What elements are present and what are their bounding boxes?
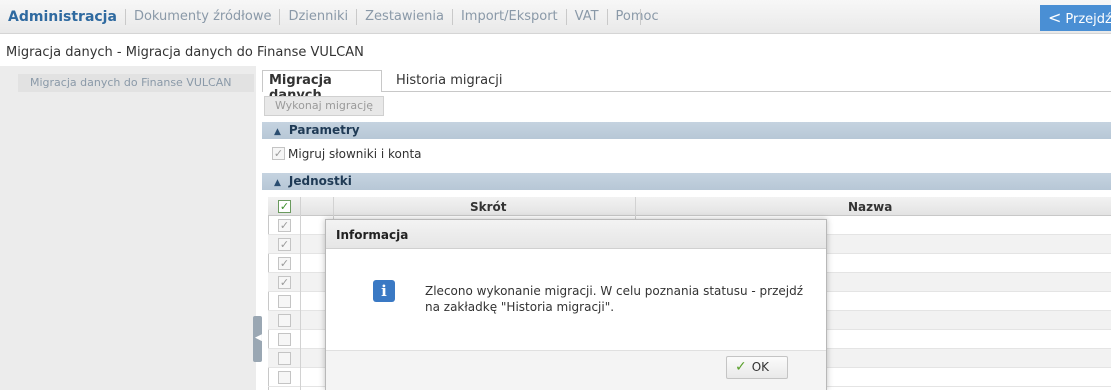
row-checkbox[interactable] (278, 371, 291, 384)
row-checkbox[interactable]: ✓ (278, 219, 291, 232)
menu-divider (640, 9, 641, 25)
menu-item-import-eksport[interactable]: Import/Eksport (453, 9, 567, 25)
ok-label: OK (751, 360, 770, 374)
select-all-checkbox[interactable]: ✓ (278, 200, 291, 213)
row-checkbox[interactable] (278, 314, 291, 327)
dialog-message-line2: na zakładkę "Historia migracji". (425, 300, 615, 314)
tab-migracja-danych[interactable]: Migracja danych (262, 70, 382, 103)
units-section-header[interactable]: ▲ Jednostki (262, 173, 1111, 190)
page-title: Migracja danych - Migracja danych do Fin… (6, 45, 364, 60)
units-title: Jednostki (288, 174, 352, 188)
collapse-arrow-icon: ◀ (255, 333, 262, 343)
menu-item-administracja[interactable]: Administracja (0, 9, 126, 25)
row-checkbox[interactable]: ✓ (278, 276, 291, 289)
tab-strip-line (262, 91, 1111, 92)
menu-item-vat[interactable]: VAT (567, 9, 608, 25)
tab-historia-migracji[interactable]: Historia migracji (396, 73, 502, 88)
check-icon: ✓ (735, 359, 747, 375)
row-checkbox[interactable] (278, 352, 291, 365)
collapse-triangle-icon: ▲ (274, 127, 281, 137)
execute-migration-button[interactable]: Wykonaj migrację (264, 96, 384, 116)
collapse-triangle-icon: ▲ (274, 178, 281, 188)
dialog-message: Zlecono wykonanie migracji. W celu pozna… (425, 283, 815, 315)
migrate-dictionaries-checkbox[interactable]: ✓ (272, 147, 285, 160)
go-to-label: Przejdź (1065, 12, 1111, 27)
chevron-left-icon: < (1048, 8, 1062, 27)
info-icon: i (373, 280, 395, 302)
ok-button[interactable]: ✓ OK (726, 356, 788, 379)
row-checkbox[interactable] (278, 295, 291, 308)
column-header-skrot[interactable]: Skrót (470, 200, 507, 214)
dialog-message-line1: Zlecono wykonanie migracji. W celu pozna… (425, 284, 803, 298)
left-panel (0, 66, 256, 390)
row-checkbox[interactable] (278, 333, 291, 346)
go-to-button[interactable]: < Przejdź (1040, 5, 1111, 31)
column-divider (300, 197, 301, 390)
main-menu: Administracja Dokumenty źródłowe Dzienni… (0, 0, 667, 34)
migrate-dictionaries-label: Migruj słowniki i konta (288, 147, 422, 161)
menu-item-zestawienia[interactable]: Zestawienia (357, 9, 453, 25)
menu-item-pomoc[interactable]: Pomoc (608, 9, 667, 25)
menu-item-dzienniki[interactable]: Dzienniki (280, 9, 358, 25)
sidebar-item-migracja[interactable]: Migracja danych do Finanse VULCAN (18, 74, 254, 92)
row-checkbox[interactable]: ✓ (278, 257, 291, 270)
grid-header (268, 197, 1111, 216)
parameters-section-header[interactable]: ▲ Parametry (262, 122, 1111, 139)
column-header-nazwa[interactable]: Nazwa (848, 200, 892, 214)
row-checkbox[interactable]: ✓ (278, 238, 291, 251)
parameters-title: Parametry (288, 123, 360, 137)
top-menu-bar: Administracja Dokumenty źródłowe Dzienni… (0, 0, 1111, 34)
menu-item-dokumenty-zrodlowe[interactable]: Dokumenty źródłowe (126, 9, 281, 25)
information-dialog: Informacja i Zlecono wykonanie migracji.… (325, 219, 827, 390)
dialog-title: Informacja (326, 220, 826, 249)
